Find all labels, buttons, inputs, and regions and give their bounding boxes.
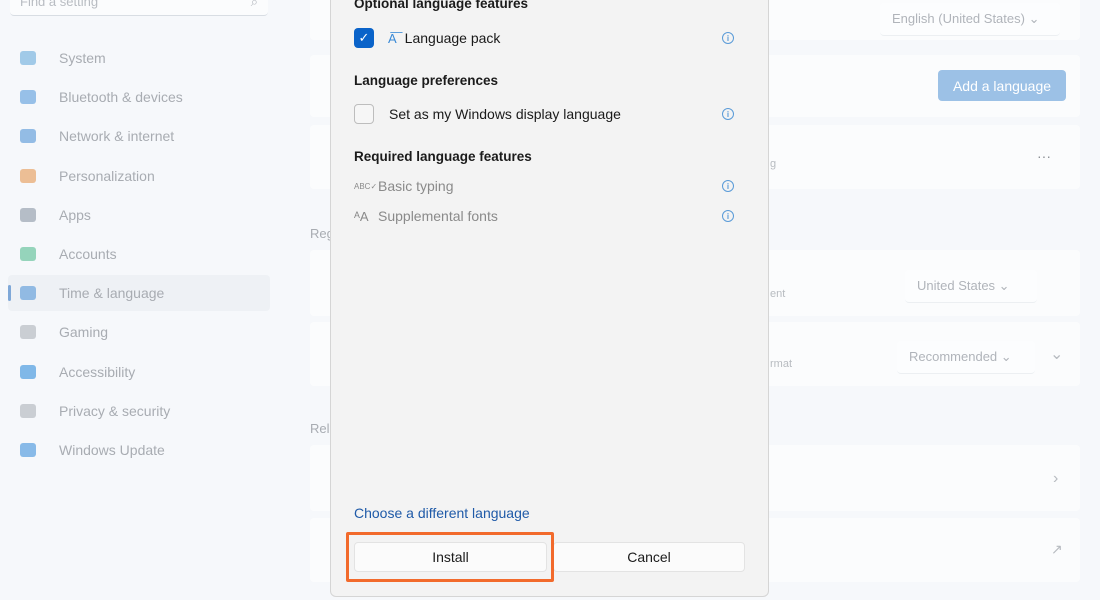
basic-typing-row: ABC✓ Basic typing i (354, 175, 738, 197)
info-icon[interactable]: i (722, 210, 734, 222)
sidebar-item-gaming[interactable]: Gaming (8, 314, 270, 350)
sidebar-item-system[interactable]: System (8, 40, 270, 76)
bluetooth-icon (20, 90, 36, 105)
update-icon (20, 443, 36, 457)
supplemental-fonts-row: ᴬA Supplemental fonts i (354, 205, 738, 227)
install-language-dialog: Optional language features ✓ A͞ Language… (330, 0, 769, 597)
dropdown-value: Recommended (909, 349, 998, 364)
sidebar-item-label: Time & language (59, 285, 165, 302)
more-options-button[interactable]: ··· (1037, 148, 1051, 164)
sidebar-item-label: Gaming (59, 324, 109, 341)
regional-format-subtitle: rmat (770, 358, 792, 370)
chevron-down-icon: ⌄ (1000, 349, 1012, 364)
apps-icon (20, 207, 36, 222)
info-icon[interactable]: i (722, 180, 734, 192)
expand-chevron-icon[interactable]: ⌄ (1050, 344, 1063, 364)
monitor-icon (20, 51, 36, 65)
sidebar-item-accounts[interactable]: Accounts (8, 236, 270, 272)
chevron-down-icon: ⌄ (998, 278, 1010, 293)
selected-indicator (8, 285, 11, 302)
regional-format-dropdown[interactable]: Recommended ⌄ (897, 341, 1035, 374)
sidebar-item-label: Network & internet (59, 128, 175, 145)
sidebar-item-label: Bluetooth & devices (59, 89, 183, 106)
dropdown-value: United States (917, 278, 996, 293)
external-link-icon: ↗ (1051, 541, 1063, 557)
supplemental-fonts-label: Supplemental fonts (378, 208, 498, 224)
person-icon (20, 247, 36, 261)
display-language-dropdown[interactable]: English (United States) ⌄ (880, 3, 1060, 36)
language-pack-checkbox[interactable]: ✓ (354, 28, 374, 48)
choose-different-language-link[interactable]: Choose a different language (354, 505, 530, 521)
sidebar-item-apps[interactable]: Apps (8, 197, 270, 233)
dropdown-value: English (United States) (892, 11, 1025, 26)
accessibility-icon (20, 364, 36, 379)
optional-features-heading: Optional language features (354, 0, 529, 11)
sidebar-item-privacy-security[interactable]: Privacy & security (8, 393, 270, 429)
sidebar-item-label: Personalization (59, 167, 155, 184)
related-heading: Rel (310, 421, 330, 436)
sidebar-item-label: Apps (59, 206, 91, 223)
sidebar: Find a setting ⌕ System Bluetooth & device… (0, 0, 300, 600)
sidebar-item-personalization[interactable]: Personalization (8, 158, 270, 194)
sidebar-item-label: Windows Update (59, 442, 165, 458)
sidebar-item-label: Accessibility (59, 363, 136, 380)
brush-icon (20, 168, 36, 183)
language-pack-label: Language pack (404, 30, 501, 46)
chevron-down-icon: ⌄ (1028, 11, 1040, 26)
sidebar-item-accessibility[interactable]: Accessibility (8, 354, 270, 390)
display-language-label: Set as my Windows display language (389, 106, 621, 122)
wifi-icon (20, 129, 36, 144)
sidebar-item-label: Accounts (59, 246, 117, 262)
font-size-icon: ᴬA (354, 208, 369, 224)
gamepad-icon (20, 325, 36, 340)
sidebar-item-time-language[interactable]: Time & language (8, 275, 270, 312)
search-placeholder: Find a setting (20, 0, 99, 9)
sidebar-item-label: System (59, 50, 106, 66)
country-dropdown[interactable]: United States ⌄ (905, 270, 1037, 303)
search-icon: ⌕ (250, 0, 258, 9)
basic-typing-label: Basic typing (378, 178, 454, 194)
sidebar-item-network-internet[interactable]: Network & internet (8, 118, 270, 154)
required-features-heading: Required language features (354, 149, 532, 164)
display-language-row: Set as my Windows display language i (354, 103, 738, 125)
language-subtitle: g (770, 158, 777, 170)
info-icon[interactable]: i (722, 32, 734, 44)
install-highlight-box (346, 532, 554, 582)
display-language-checkbox[interactable] (354, 104, 374, 124)
language-pack-icon: A͞ (388, 30, 397, 46)
add-language-button[interactable]: Add a language (938, 70, 1066, 101)
shield-icon (20, 403, 36, 418)
abc-check-icon: ABC✓ (354, 181, 378, 191)
chevron-right-icon: › (1053, 470, 1059, 487)
info-icon[interactable]: i (722, 108, 734, 120)
globe-clock-icon (20, 286, 36, 301)
country-subtitle: ent (770, 288, 786, 300)
sidebar-item-bluetooth-devices[interactable]: Bluetooth & devices (8, 79, 270, 115)
language-preferences-heading: Language preferences (354, 73, 499, 88)
language-pack-row: ✓ A͞ Language pack i (354, 27, 738, 49)
search-input[interactable]: Find a setting ⌕ (10, 0, 268, 16)
sidebar-item-windows-update[interactable]: Windows Update (8, 432, 270, 468)
sidebar-item-label: Privacy & security (59, 402, 171, 419)
cancel-button[interactable]: Cancel (553, 542, 745, 572)
